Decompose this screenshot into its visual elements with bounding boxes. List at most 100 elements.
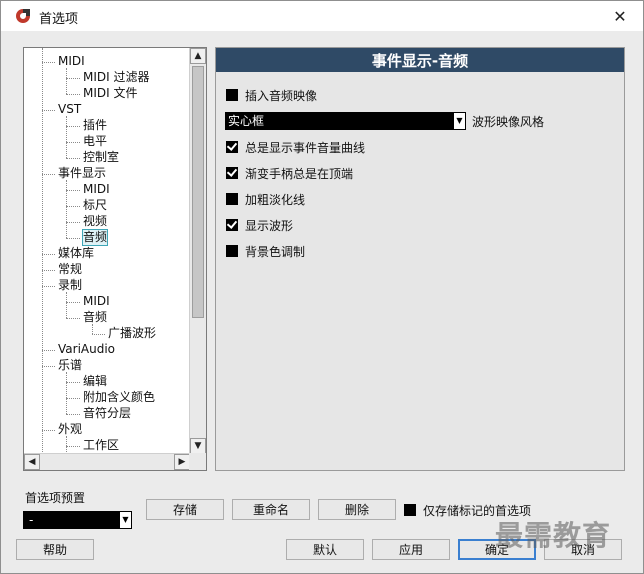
tree-connector-line bbox=[42, 350, 55, 351]
tree-connector-line bbox=[66, 446, 80, 447]
arrow-up-icon: ▲ bbox=[194, 51, 202, 61]
apply-button[interactable]: 应用 bbox=[372, 539, 450, 560]
close-icon: ✕ bbox=[613, 6, 627, 26]
tree-connector-line bbox=[92, 324, 93, 334]
tree-item[interactable]: 外观 bbox=[58, 422, 82, 437]
tree-item[interactable]: 音频 bbox=[83, 310, 107, 325]
checkbox-show-waveform[interactable] bbox=[226, 219, 238, 231]
preset-label: 首选项预置 bbox=[25, 491, 86, 505]
preferences-window: 首选项 ✕ MIDI MIDI 过滤器 MIDI 文件 VST 插件 电平 控制室 事件显示 M… bbox=[0, 0, 644, 574]
dropdown-arrow-icon[interactable]: ▼ bbox=[453, 112, 466, 130]
option-background-modulation[interactable]: 背景色调制 bbox=[226, 242, 305, 260]
tree-connector-line bbox=[66, 158, 80, 159]
checkbox-insert-audio-image[interactable] bbox=[226, 89, 238, 101]
tree-vertical-scrollbar[interactable]: ▲ ▼ bbox=[189, 48, 206, 454]
tree-connector-line bbox=[66, 116, 67, 158]
scroll-thumb[interactable] bbox=[192, 66, 204, 318]
chevron-down-icon: ▼ bbox=[122, 515, 129, 524]
tree-connector-line bbox=[42, 366, 55, 367]
option-thick-fade-lines[interactable]: 加粗淡化线 bbox=[226, 190, 305, 208]
title-bar: 首选项 ✕ bbox=[1, 1, 643, 31]
tree-connector-line bbox=[92, 334, 105, 335]
tree-connector-line bbox=[42, 254, 55, 255]
tree-item[interactable]: 录制 bbox=[58, 278, 82, 293]
option-label: 渐变手柄总是在顶端 bbox=[245, 166, 354, 181]
tree-item[interactable]: 乐谱 bbox=[58, 358, 82, 373]
rename-preset-button[interactable]: 重命名 bbox=[232, 499, 310, 520]
scroll-left-button[interactable]: ◀ bbox=[24, 454, 40, 470]
scroll-up-button[interactable]: ▲ bbox=[190, 48, 206, 64]
tree-item[interactable]: 常规 bbox=[58, 262, 82, 277]
preset-value: - bbox=[29, 513, 34, 527]
tree-connector-line bbox=[42, 62, 55, 63]
tree-item[interactable]: 插件 bbox=[83, 118, 107, 133]
checkbox-always-show-volume-curve[interactable] bbox=[226, 141, 238, 153]
preset-select[interactable]: - ▼ bbox=[23, 511, 132, 529]
tree-connector-line bbox=[66, 238, 80, 239]
checkbox-background-modulation[interactable] bbox=[226, 245, 238, 257]
watermark-text: 最需教育 bbox=[495, 519, 612, 552]
preset-dropdown-arrow[interactable]: ▼ bbox=[119, 511, 132, 529]
tree-item[interactable]: 工作区 bbox=[83, 438, 119, 453]
settings-panel: 事件显示-音频 插入音频映像 实心框 ▼ 波形映像风格 总是显示事件音量曲线 渐… bbox=[215, 47, 625, 471]
tree-item[interactable]: 广播波形 bbox=[108, 326, 156, 341]
waveform-style-select[interactable]: 实心框 ▼ bbox=[225, 112, 466, 130]
scroll-corner bbox=[189, 453, 206, 470]
tree-item[interactable]: MIDI bbox=[83, 294, 110, 309]
tree-connector-line bbox=[42, 270, 55, 271]
tree-item[interactable]: 音频 bbox=[81, 229, 109, 246]
tree-connector-line bbox=[66, 398, 80, 399]
tree-item[interactable]: 标尺 bbox=[83, 198, 107, 213]
save-preset-button[interactable]: 存储 bbox=[146, 499, 224, 520]
checkbox-thick-fade-lines[interactable] bbox=[226, 193, 238, 205]
option-label: 总是显示事件音量曲线 bbox=[245, 140, 366, 155]
option-label: 加粗淡化线 bbox=[245, 192, 306, 207]
arrow-down-icon: ▼ bbox=[194, 441, 202, 451]
tree-connector-line bbox=[66, 78, 80, 79]
tree-item[interactable]: 事件显示 bbox=[58, 166, 106, 181]
tree-connector-line bbox=[66, 180, 67, 238]
tree-item[interactable]: 音符分层 bbox=[83, 406, 131, 421]
scroll-right-button[interactable]: ▶ bbox=[174, 454, 190, 470]
arrow-right-icon: ▶ bbox=[178, 457, 186, 467]
tree-connector-line bbox=[42, 110, 55, 111]
option-label: 背景色调制 bbox=[245, 244, 306, 259]
tree-item[interactable]: MIDI bbox=[83, 182, 110, 197]
tree-connector-line bbox=[66, 68, 67, 94]
checkbox-fade-handles-top[interactable] bbox=[226, 167, 238, 179]
tree-item[interactable]: 电平 bbox=[83, 134, 107, 149]
tree-connector-line bbox=[42, 48, 43, 454]
tree-item[interactable]: MIDI 文件 bbox=[83, 86, 138, 101]
scroll-down-button[interactable]: ▼ bbox=[190, 438, 206, 454]
chevron-down-icon: ▼ bbox=[456, 116, 463, 125]
option-always-show-volume-curve[interactable]: 总是显示事件音量曲线 bbox=[226, 138, 365, 156]
option-label: 插入音频映像 bbox=[245, 88, 318, 103]
tree-items: MIDI MIDI 过滤器 MIDI 文件 VST 插件 电平 控制室 事件显示 MIDI 标尺视… bbox=[24, 48, 190, 454]
close-button[interactable]: ✕ bbox=[597, 1, 643, 31]
waveform-style-label: 波形映像风格 bbox=[472, 115, 545, 129]
tree-connector-line bbox=[66, 142, 80, 143]
tree-item[interactable]: VariAudio bbox=[58, 342, 115, 357]
delete-preset-button[interactable]: 删除 bbox=[318, 499, 396, 520]
tree-item[interactable]: MIDI bbox=[58, 54, 85, 69]
tree-connector-line bbox=[66, 190, 80, 191]
tree-item[interactable]: MIDI 过滤器 bbox=[83, 70, 150, 85]
tree-connector-line bbox=[66, 382, 80, 383]
tree-item[interactable]: 控制室 bbox=[83, 150, 119, 165]
tree-connector-line bbox=[66, 372, 67, 414]
tree-item[interactable]: 视频 bbox=[83, 214, 107, 229]
tree-connector-line bbox=[66, 436, 67, 454]
tree-item[interactable]: 媒体库 bbox=[58, 246, 94, 261]
help-button[interactable]: 帮助 bbox=[16, 539, 94, 560]
tree-item[interactable]: 编辑 bbox=[83, 374, 107, 389]
tree-connector-line bbox=[66, 206, 80, 207]
option-insert-audio-image[interactable]: 插入音频映像 bbox=[226, 86, 317, 104]
option-show-waveform[interactable]: 显示波形 bbox=[226, 216, 293, 234]
tree-item[interactable]: 附加含义颜色 bbox=[83, 390, 155, 405]
checkbox-store-only-marked[interactable] bbox=[404, 504, 416, 516]
tree-item[interactable]: VST bbox=[58, 102, 81, 117]
preferences-tree[interactable]: MIDI MIDI 过滤器 MIDI 文件 VST 插件 电平 控制室 事件显示 MIDI 标尺视… bbox=[23, 47, 207, 471]
tree-horizontal-scrollbar[interactable]: ◀ ▶ bbox=[24, 453, 190, 470]
default-button[interactable]: 默认 bbox=[286, 539, 364, 560]
option-fade-handles-top[interactable]: 渐变手柄总是在顶端 bbox=[226, 164, 353, 182]
